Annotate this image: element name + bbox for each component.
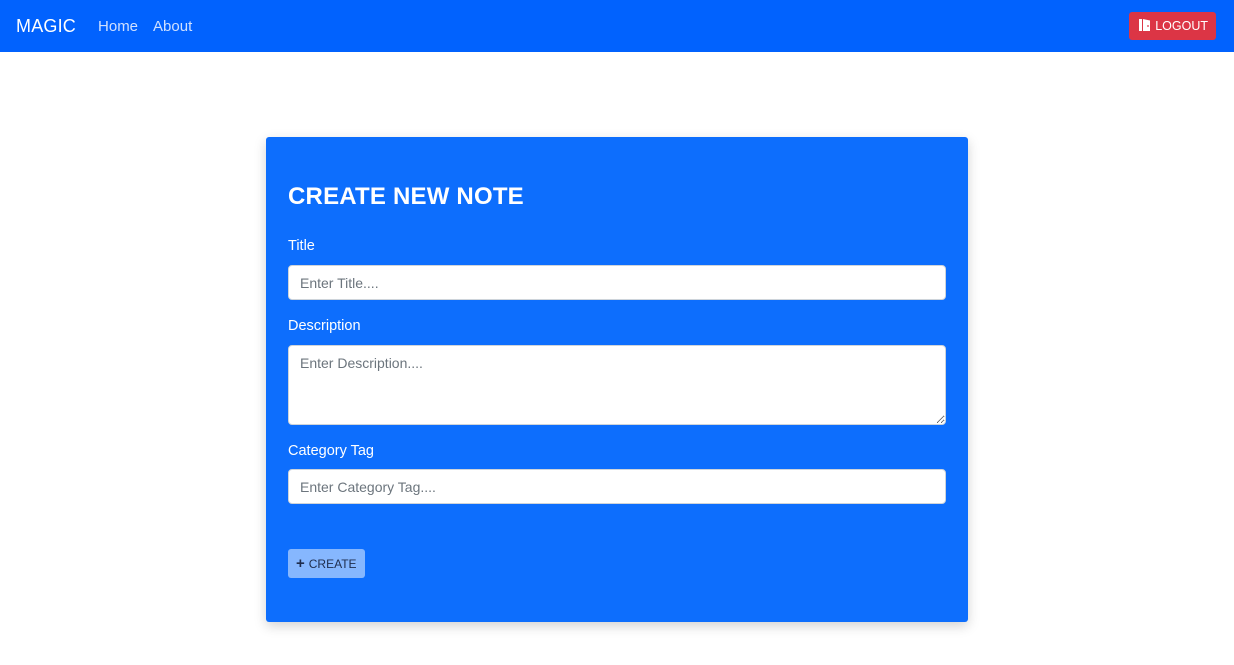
description-textarea[interactable] [288, 345, 946, 425]
create-note-card: CREATE NEW NOTE Title Description Catego… [266, 137, 968, 622]
create-label: CREATE [308, 556, 357, 571]
door-exit-icon [1138, 18, 1155, 35]
category-tag-input[interactable] [288, 469, 946, 504]
nav-link-about[interactable]: About [153, 18, 192, 35]
plus-icon: + [296, 555, 305, 572]
logout-button[interactable]: LOGOUT [1129, 12, 1216, 40]
category-tag-label: Category Tag [288, 443, 374, 459]
create-button[interactable]: + CREATE [288, 549, 365, 578]
nav-link-home[interactable]: Home [98, 18, 138, 35]
title-label: Title [288, 238, 315, 254]
top-navbar: MAGIC Home About LOGOUT [0, 0, 1234, 52]
title-input[interactable] [288, 265, 946, 300]
description-label: Description [288, 318, 361, 334]
logout-label: LOGOUT [1155, 19, 1208, 33]
page-title: CREATE NEW NOTE [288, 183, 524, 210]
brand-logo[interactable]: MAGIC [16, 16, 76, 37]
